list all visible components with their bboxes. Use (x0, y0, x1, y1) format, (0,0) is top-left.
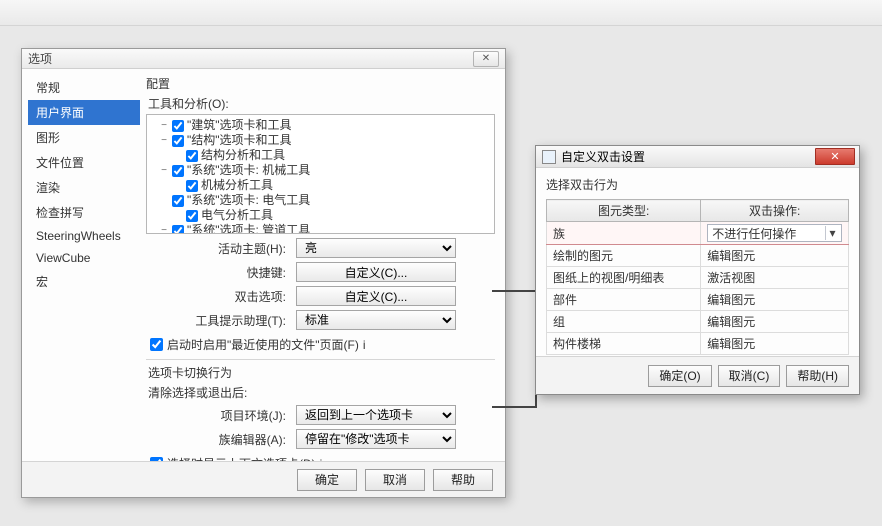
sidebar-item-file-locations[interactable]: 文件位置 (28, 150, 140, 175)
tree-checkbox[interactable] (186, 150, 198, 162)
expander-icon[interactable]: − (159, 223, 169, 234)
sidebar-item-ui[interactable]: 用户界面 (28, 100, 140, 125)
tree-checkbox[interactable] (172, 195, 184, 207)
dblclick-close-button[interactable]: ✕ (815, 148, 855, 165)
options-dialog: 选项 ✕ 常规 用户界面 图形 文件位置 渲染 检查拼写 SteeringWhe… (21, 48, 506, 498)
tree-label: 电气分析工具 (201, 208, 273, 223)
proj-env-select[interactable]: 返回到上一个选项卡 (296, 405, 456, 425)
tooltip-asst-select[interactable]: 标准 (296, 310, 456, 330)
action-combo[interactable]: 不进行任何操作 ▾ (707, 224, 842, 242)
expander-icon[interactable]: − (159, 118, 169, 133)
tree-label: "建筑"选项卡和工具 (187, 118, 292, 133)
tree-label: "结构"选项卡和工具 (187, 133, 292, 148)
cell-type: 构件楼梯 (547, 333, 701, 355)
options-title: 选项 (28, 50, 52, 67)
table-row[interactable]: 图纸上的视图/明细表 激活视图 (547, 267, 849, 289)
shortcuts-customize-button[interactable]: 自定义(C)... (296, 262, 456, 282)
sidebar-item-macros[interactable]: 宏 (28, 269, 140, 294)
cell-type: 族 (547, 222, 701, 245)
options-ok-button[interactable]: 确定 (297, 469, 357, 491)
table-row[interactable]: 构件楼梯 编辑图元 (547, 333, 849, 355)
tabswitch-section-title: 选项卡切换行为 (148, 364, 495, 381)
recent-files-label: 启动时启用"最近使用的文件"页面(F) (167, 336, 359, 353)
dblclick-table: 图元类型: 双击操作: 族 不进行任何操作 ▾ 绘制的图元 编辑图元 (546, 199, 849, 355)
expander-icon[interactable]: − (159, 133, 169, 148)
col-element-type[interactable]: 图元类型: (547, 200, 701, 222)
shortcuts-label: 快捷键: (146, 264, 296, 281)
cell-action: 编辑图元 (701, 245, 849, 267)
tree-checkbox[interactable] (186, 210, 198, 222)
sidebar-item-general[interactable]: 常规 (28, 75, 140, 100)
table-row[interactable]: 组 编辑图元 (547, 311, 849, 333)
info-icon[interactable]: i (363, 338, 366, 352)
options-sidebar: 常规 用户界面 图形 文件位置 渲染 检查拼写 SteeringWheels V… (22, 69, 140, 461)
tools-tree[interactable]: − "建筑"选项卡和工具 − "结构"选项卡和工具 结构分析和工具 − "系统"选项卡… (146, 114, 495, 234)
dblclick-footer: 确定(O) 取消(C) 帮助(H) (536, 356, 859, 394)
tree-label: 机械分析工具 (201, 178, 273, 193)
action-value: 不进行任何操作 (712, 225, 796, 242)
tree-checkbox[interactable] (172, 165, 184, 177)
dblclick-dialog: 自定义双击设置 ✕ 选择双击行为 图元类型: 双击操作: 族 不进行任何操作 ▾ (535, 145, 860, 395)
dblclick-ok-button[interactable]: 确定(O) (648, 365, 711, 387)
cell-type: 部件 (547, 289, 701, 311)
tooltip-asst-label: 工具提示助理(T): (146, 312, 296, 329)
dblclick-customize-button[interactable]: 自定义(C)... (296, 286, 456, 306)
active-theme-label: 活动主题(H): (146, 240, 296, 257)
options-titlebar[interactable]: 选项 ✕ (22, 49, 505, 69)
options-main: 配置 工具和分析(O): − "建筑"选项卡和工具 − "结构"选项卡和工具 结构分… (140, 69, 505, 461)
col-action[interactable]: 双击操作: (701, 200, 849, 222)
tools-analysis-label: 工具和分析(O): (148, 95, 495, 112)
tree-label: "系统"选项卡: 机械工具 (187, 163, 310, 178)
options-cancel-button[interactable]: 取消 (365, 469, 425, 491)
tree-label: 结构分析和工具 (201, 148, 285, 163)
tree-checkbox[interactable] (172, 225, 184, 235)
tree-label: "系统"选项卡: 电气工具 (187, 193, 310, 208)
dblclick-titlebar[interactable]: 自定义双击设置 ✕ (536, 146, 859, 168)
sidebar-item-steeringwheels[interactable]: SteeringWheels (28, 225, 140, 247)
tree-checkbox[interactable] (172, 135, 184, 147)
dblclick-label: 双击选项: (146, 288, 296, 305)
recent-files-checkbox[interactable] (150, 338, 163, 351)
sidebar-item-graphics[interactable]: 图形 (28, 125, 140, 150)
cell-action: 编辑图元 (701, 311, 849, 333)
tree-checkbox[interactable] (172, 120, 184, 132)
table-row[interactable]: 绘制的图元 编辑图元 (547, 245, 849, 267)
fam-editor-label: 族编辑器(A): (146, 431, 296, 448)
options-footer: 确定 取消 帮助 (22, 461, 505, 497)
table-row[interactable]: 部件 编辑图元 (547, 289, 849, 311)
tabswitch-sub-title: 清除选择或退出后: (148, 384, 495, 401)
dblclick-help-button[interactable]: 帮助(H) (786, 365, 849, 387)
cell-action: 激活视图 (701, 267, 849, 289)
chevron-down-icon[interactable]: ▾ (825, 226, 839, 240)
cell-type: 组 (547, 311, 701, 333)
active-theme-select[interactable]: 亮 (296, 238, 456, 258)
cell-action: 编辑图元 (701, 289, 849, 311)
dblclick-section-label: 选择双击行为 (546, 176, 849, 193)
sidebar-item-spellcheck[interactable]: 检查拼写 (28, 200, 140, 225)
tree-label: "系统"选项卡: 管道工具 (187, 223, 310, 234)
table-row[interactable]: 族 不进行任何操作 ▾ (547, 222, 849, 245)
sidebar-item-viewcube[interactable]: ViewCube (28, 247, 140, 269)
callout-connector (492, 290, 537, 408)
window-icon (542, 150, 556, 164)
config-heading: 配置 (146, 75, 495, 92)
tree-checkbox[interactable] (186, 180, 198, 192)
dblclick-cancel-button[interactable]: 取消(C) (718, 365, 781, 387)
cell-type: 图纸上的视图/明细表 (547, 267, 701, 289)
expander-icon[interactable]: − (159, 163, 169, 178)
proj-env-label: 项目环境(J): (146, 407, 296, 424)
sidebar-item-render[interactable]: 渲染 (28, 175, 140, 200)
app-toolbar (0, 0, 882, 26)
cell-action: 编辑图元 (701, 333, 849, 355)
fam-editor-select[interactable]: 停留在"修改"选项卡 (296, 429, 456, 449)
dblclick-title: 自定义双击设置 (561, 148, 645, 165)
cell-type: 绘制的图元 (547, 245, 701, 267)
options-help-button[interactable]: 帮助 (433, 469, 493, 491)
options-close-button[interactable]: ✕ (473, 51, 499, 67)
